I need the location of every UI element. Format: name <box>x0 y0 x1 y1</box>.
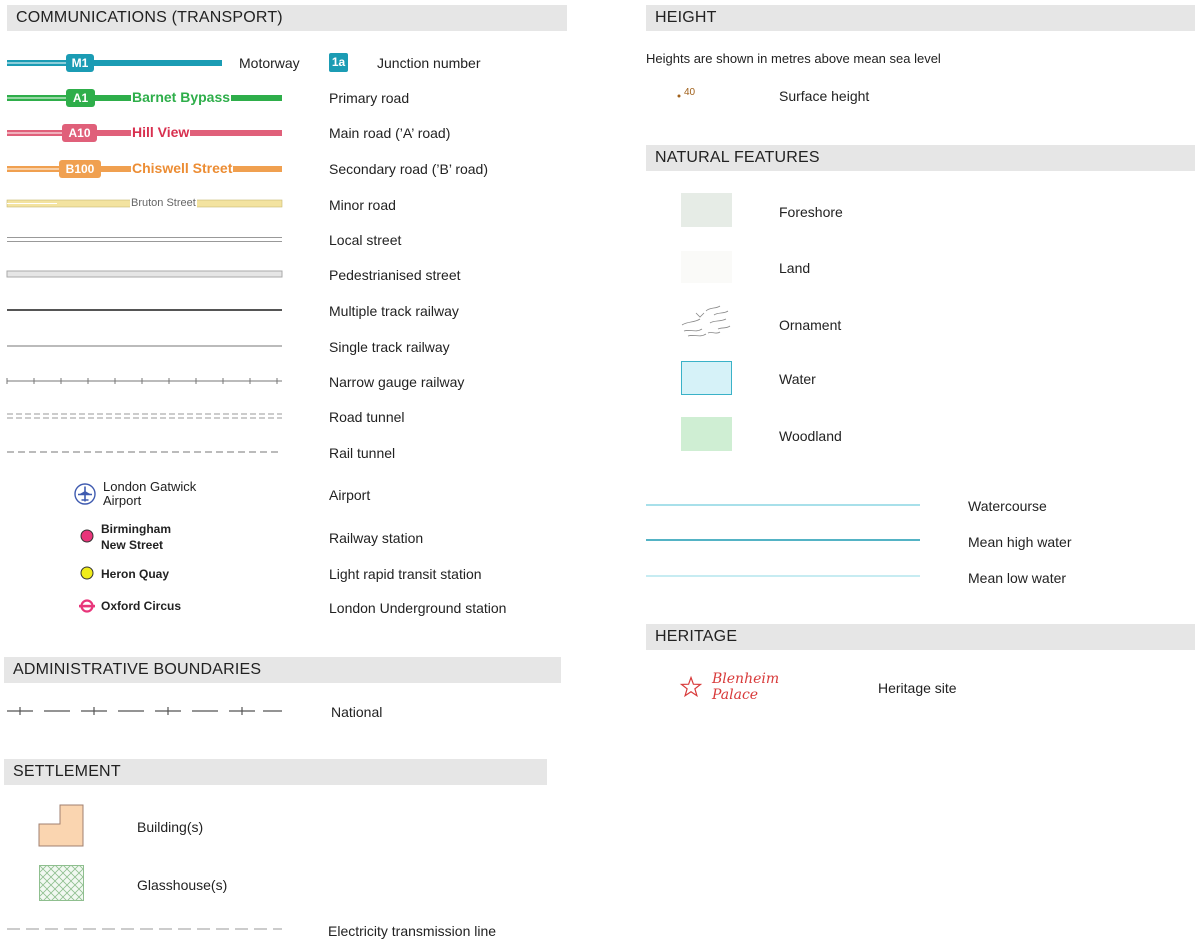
surface-height-label: Surface height <box>779 88 870 104</box>
minor-road-name: Bruton Street <box>130 196 197 210</box>
junction-badge: 1a <box>329 53 348 72</box>
primary-road-name: Barnet Bypass <box>131 88 232 106</box>
underground-roundel-icon <box>79 599 95 613</box>
multi-rail-symbol <box>7 309 282 311</box>
admin-header: ADMINISTRATIVE BOUNDARIES <box>4 657 561 683</box>
natural-features-header: NATURAL FEATURES <box>646 145 1195 171</box>
airport-icon <box>74 483 96 505</box>
road-tunnel-symbol <box>7 413 282 419</box>
settlement-header: SETTLEMENT <box>4 759 547 785</box>
heritage-name-line1: Blenheim <box>712 671 780 687</box>
main-road-badge: A10 <box>62 124 97 142</box>
national-boundary-symbol <box>7 707 282 715</box>
heritage-star-icon <box>679 675 703 698</box>
primary-road-badge: A1 <box>66 89 95 107</box>
mean-low-water-symbol <box>646 575 920 577</box>
heritage-name-line2: Palace <box>712 687 759 703</box>
railway-station-label: Railway station <box>329 530 424 546</box>
water-swatch <box>681 361 732 395</box>
airport-label: Airport <box>329 487 371 503</box>
building-symbol <box>38 804 84 847</box>
narrow-rail-symbol <box>6 378 282 384</box>
motorway-badge: M1 <box>66 54 94 72</box>
pedestrian-street-label: Pedestrianised street <box>329 267 461 283</box>
single-rail-label: Single track railway <box>329 339 450 355</box>
lrt-station-icon <box>80 566 94 580</box>
height-note: Heights are shown in metres above mean s… <box>646 51 941 66</box>
local-street-symbol <box>7 237 282 242</box>
ornament-label: Ornament <box>779 317 842 333</box>
watercourse-symbol <box>646 504 920 506</box>
surface-height-value: 40 <box>684 87 696 98</box>
ornament-symbol <box>681 305 731 337</box>
surface-height-dot <box>677 94 681 98</box>
mean-high-water-symbol <box>646 539 920 541</box>
rail-tunnel-label: Rail tunnel <box>329 445 396 461</box>
pedestrian-street-symbol <box>6 270 283 278</box>
mean-low-water-label: Mean low water <box>968 570 1067 586</box>
underground-station-name: Oxford Circus <box>101 599 182 613</box>
foreshore-swatch <box>681 193 732 227</box>
heritage-header: HERITAGE <box>646 624 1195 650</box>
lrt-station-name: Heron Quay <box>101 567 170 581</box>
narrow-rail-label: Narrow gauge railway <box>329 374 465 390</box>
primary-road-label: Primary road <box>329 90 410 106</box>
main-road-name: Hill View <box>131 123 191 141</box>
railway-station-name-line2: New Street <box>101 538 164 552</box>
national-boundary-label: National <box>331 704 383 720</box>
water-label: Water <box>779 371 816 387</box>
railway-station-name-line1: Birmingham <box>101 522 172 536</box>
electricity-line-label: Electricity transmission line <box>328 923 497 939</box>
glasshouse-symbol <box>39 865 84 901</box>
height-header: HEIGHT <box>646 5 1195 31</box>
railway-station-icon <box>80 529 94 543</box>
airport-name-line1: London Gatwick <box>103 479 197 494</box>
land-label: Land <box>779 260 811 276</box>
single-rail-symbol <box>7 345 282 347</box>
minor-road-label: Minor road <box>329 197 396 213</box>
mean-high-water-label: Mean high water <box>968 534 1072 550</box>
airport-name-line2: Airport <box>103 493 142 508</box>
secondary-road-name: Chiswell Street <box>131 159 234 177</box>
multi-rail-label: Multiple track railway <box>329 303 459 319</box>
building-label: Building(s) <box>137 819 204 835</box>
watercourse-label: Watercourse <box>968 498 1047 514</box>
main-road-label: Main road (’A’ road) <box>329 125 451 141</box>
motorway-label: Motorway <box>239 55 300 71</box>
electricity-line-symbol <box>7 928 282 930</box>
road-tunnel-label: Road tunnel <box>329 409 405 425</box>
junction-label: Junction number <box>377 55 481 71</box>
local-street-label: Local street <box>329 232 402 248</box>
foreshore-label: Foreshore <box>779 204 843 220</box>
land-swatch <box>681 251 732 283</box>
lrt-station-label: Light rapid transit station <box>329 566 482 582</box>
transport-header: COMMUNICATIONS (TRANSPORT) <box>7 5 567 31</box>
rail-tunnel-symbol <box>7 451 282 453</box>
glasshouse-label: Glasshouse(s) <box>137 877 228 893</box>
woodland-swatch <box>681 417 732 451</box>
woodland-label: Woodland <box>779 428 842 444</box>
secondary-road-label: Secondary road (’B’ road) <box>329 161 489 177</box>
heritage-site-label: Heritage site <box>878 680 957 696</box>
secondary-road-badge: B100 <box>59 160 101 178</box>
underground-station-label: London Underground station <box>329 600 507 616</box>
motorway-symbol <box>7 60 222 66</box>
